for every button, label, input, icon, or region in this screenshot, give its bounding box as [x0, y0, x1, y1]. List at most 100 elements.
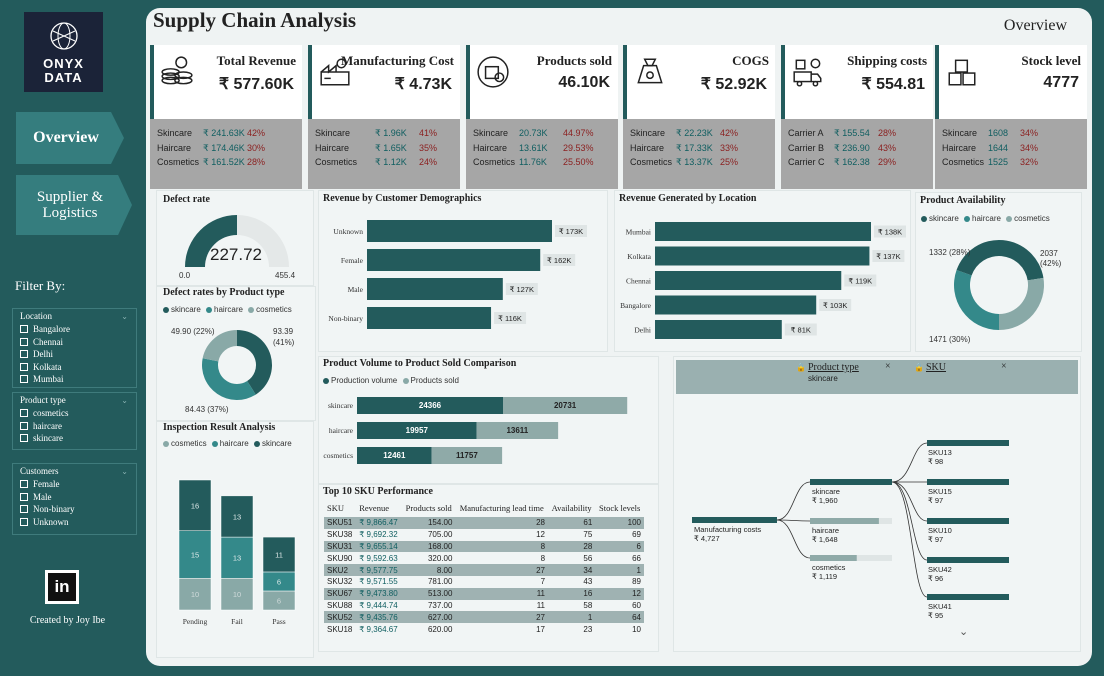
lock-icon: 🔒 [796, 363, 806, 372]
kpi-value: 4777 [1043, 74, 1079, 91]
filter-option[interactable]: Mumbai [20, 373, 129, 386]
bar-value-label: 24366 [419, 401, 442, 410]
tree-connector [891, 481, 928, 522]
kpi-row-category: Cosmetics [473, 157, 516, 167]
tree-root-bar [692, 517, 777, 523]
donut-label: 93.39 [273, 327, 294, 336]
table-row[interactable]: SKU18 ₹ 9,364.67 620.00 17 23 10 [324, 623, 644, 635]
legend-label: skincare [929, 214, 959, 223]
filter-option[interactable]: Non-binary [20, 503, 129, 516]
kpi-row-percent: 28% [878, 128, 897, 138]
column-header[interactable]: Revenue [356, 499, 402, 517]
close-icon[interactable]: × [1001, 361, 1007, 372]
checkbox[interactable] [20, 492, 28, 501]
table-cell: 28 [583, 541, 593, 551]
bar [655, 320, 782, 339]
nav-overview-button[interactable]: Overview [16, 112, 124, 164]
column-header[interactable]: Stock levels [595, 499, 644, 517]
bar [655, 246, 870, 266]
nav-supplier-logistics-button[interactable]: Supplier & Logistics [16, 175, 132, 235]
table-cell: 320.00 [427, 553, 453, 563]
filter-option[interactable]: Kolkata [20, 361, 129, 374]
page-subtitle: Overview [1003, 17, 1067, 34]
table-row[interactable]: SKU51 ₹ 9,866.47 154.00 28 61 100 [324, 517, 644, 529]
filter1-value: skincare [808, 374, 838, 383]
checkbox[interactable] [20, 517, 28, 526]
table-row[interactable]: SKU67 ₹ 9,473.80 513.00 11 16 12 [324, 587, 644, 600]
filter2-label[interactable]: SKU [926, 362, 946, 373]
filter-option[interactable]: Unknown [20, 516, 129, 529]
kpi-breakdown-row: Cosmetics ₹ 1.12K 24% [315, 157, 437, 172]
column-header[interactable]: Products sold [402, 499, 456, 517]
chevron-down-icon[interactable]: ⌄ [121, 312, 128, 321]
kpi-row-percent: 34% [1020, 128, 1039, 138]
bar-value-label: 11757 [456, 451, 478, 460]
kpi-value: ₹ 577.60K [218, 76, 294, 93]
checkbox[interactable] [20, 325, 28, 334]
chevron-down-icon[interactable]: ⌄ [121, 467, 128, 476]
table-cell: 705.00 [427, 530, 453, 540]
revenue-demographics-card: Revenue by Customer Demographics Unknown… [318, 190, 608, 352]
legend-swatch [402, 377, 409, 384]
customers-filter[interactable]: Customers ⌄ Female Male Non-binary Unknow… [12, 463, 137, 535]
product-type-filter[interactable]: Product type ⌄ cosmetics haircare skincar… [12, 392, 137, 450]
filter-option[interactable]: Male [20, 491, 129, 504]
bar-category-label: Kolkata [627, 252, 651, 261]
table-cell: 61 [583, 518, 593, 528]
filter-option[interactable]: Chennai [20, 336, 129, 349]
bar [655, 222, 871, 241]
filter-option[interactable]: haircare [20, 420, 129, 433]
table-row[interactable]: SKU2 ₹ 9,577.75 8.00 27 34 1 [324, 564, 644, 576]
filter1-label[interactable]: Product type [808, 362, 859, 373]
donut-slice [202, 358, 256, 400]
decomp-filter-bar: 🔒 Product type × skincare 🔒 SKU × [676, 360, 1078, 394]
kpi-row-value: ₹ 1.12K [375, 157, 407, 167]
column-header[interactable]: SKU [324, 499, 356, 517]
legend-label: Products sold [410, 376, 459, 385]
bar-category-label: Delhi [634, 326, 651, 335]
filter-option[interactable]: cosmetics [20, 407, 129, 420]
table-cell: 154.00 [427, 518, 453, 528]
kpi-row-percent: 30% [247, 142, 266, 153]
filter-option[interactable]: Delhi [20, 348, 129, 361]
filter-option[interactable]: Female [20, 478, 129, 491]
table-row[interactable]: SKU52 ₹ 9,435.76 627.00 27 1 64 [324, 611, 644, 624]
filter-option[interactable]: skincare [20, 432, 129, 445]
tree-leaf-label: SKU41 [928, 602, 952, 611]
checkbox[interactable] [20, 350, 28, 359]
table-row[interactable]: SKU32 ₹ 9,571.55 781.00 7 43 89 [324, 575, 644, 588]
bar-value-label: 13611 [506, 426, 528, 435]
table-row[interactable]: SKU88 ₹ 9,444.74 737.00 11 58 60 [324, 599, 644, 612]
kpi-row-value: 1608 [988, 128, 1009, 138]
kpi-breakdown-row: Cosmetics 1525 32% [942, 157, 1038, 172]
bar-value-label: ₹ 116K [498, 314, 522, 323]
chevron-down-icon[interactable]: ⌄ [121, 396, 128, 405]
bar-value-label: 19957 [406, 426, 429, 435]
onyx-data-logo: ONYX DATA [24, 12, 103, 92]
checkbox[interactable] [20, 409, 28, 418]
option-label: Mumbai [33, 374, 64, 385]
table-row[interactable]: SKU38 ₹ 9,692.32 705.00 12 75 69 [324, 528, 644, 541]
chevron-down-icon[interactable]: ⌄ [959, 625, 968, 638]
table-cell: 27 [536, 565, 546, 575]
close-icon[interactable]: × [885, 361, 891, 372]
tree-leaf-label: SKU42 [928, 565, 952, 574]
checkbox[interactable] [20, 362, 28, 371]
checkbox[interactable] [20, 421, 28, 430]
table-cell: 11 [536, 589, 546, 599]
checkbox[interactable] [20, 434, 28, 443]
table-row[interactable]: SKU31 ₹ 9,655.14 168.00 8 28 6 [324, 540, 644, 553]
column-header[interactable]: Manufacturing lead time [455, 499, 548, 517]
checkbox[interactable] [20, 505, 28, 514]
filter-option[interactable]: Bangalore [20, 323, 129, 336]
revenue-location-card: Revenue Generated by Location Mumbai ₹ 13… [614, 190, 911, 352]
checkbox[interactable] [20, 375, 28, 384]
table-row[interactable]: SKU90 ₹ 9,592.63 320.00 8 56 66 [324, 552, 644, 565]
location-filter[interactable]: Location ⌄ Bangalore Chennai Delhi Kolkat… [12, 308, 137, 388]
legend-label: skincare [261, 439, 292, 448]
checkbox[interactable] [20, 480, 28, 489]
filter-header: Customers [20, 466, 59, 476]
linkedin-icon[interactable]: in [45, 570, 79, 604]
checkbox[interactable] [20, 337, 28, 346]
column-header[interactable]: Availability [548, 499, 595, 517]
